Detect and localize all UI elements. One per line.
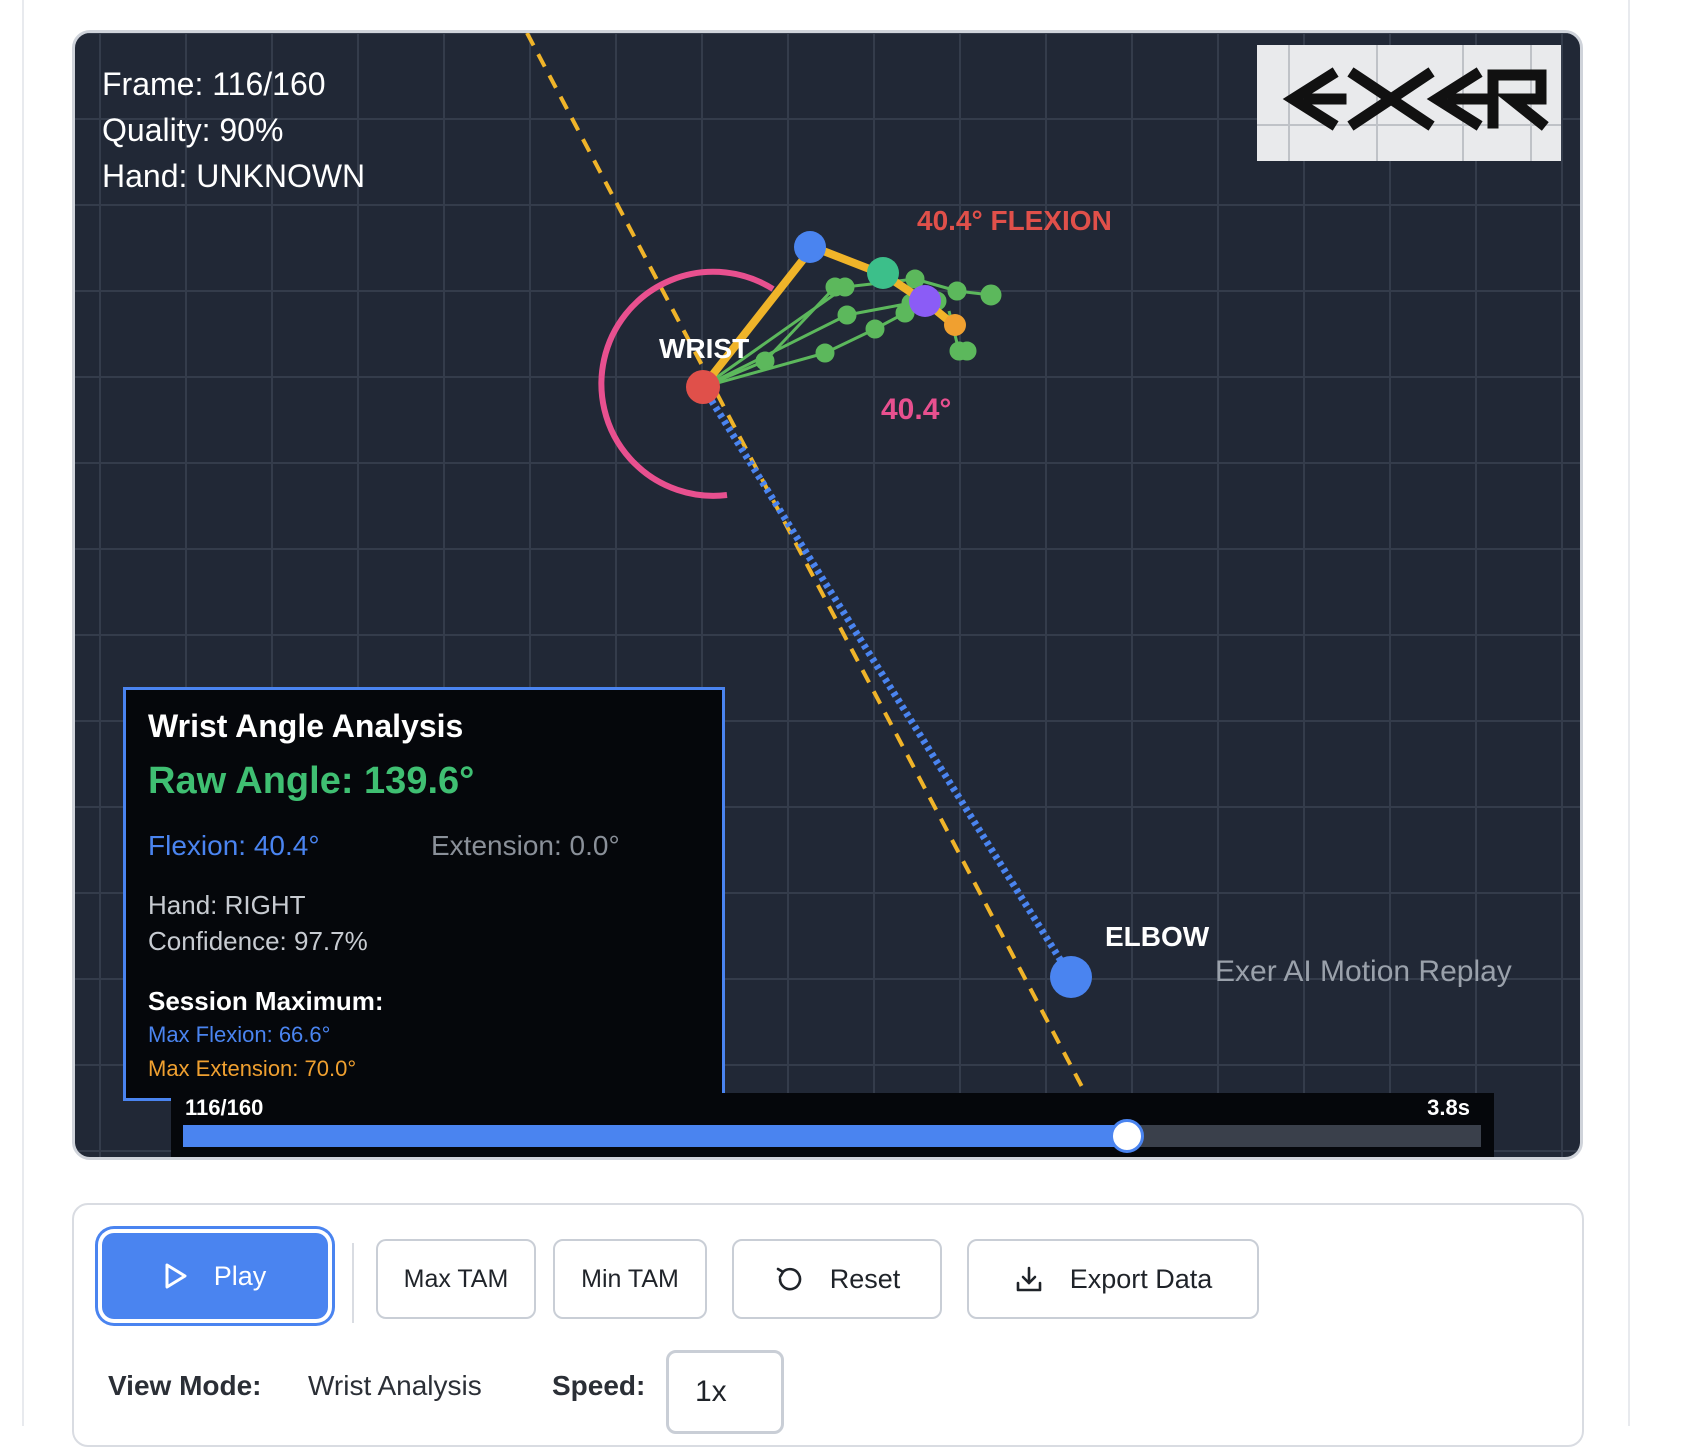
speed-label: Speed: — [552, 1370, 646, 1401]
playback-timeline: 116/160 3.8s — [171, 1093, 1494, 1157]
export-data-label: Export Data — [1069, 1263, 1213, 1294]
wrist-joint[interactable] — [686, 370, 720, 404]
export-data-button[interactable]: Export Data — [967, 1239, 1259, 1319]
frame-info-overlay: Frame: 116/160 Quality: 90% Hand: UNKNOW… — [102, 61, 365, 199]
play-button[interactable]: Play — [102, 1233, 328, 1319]
download-icon — [1014, 1264, 1044, 1294]
timeline-scrubber[interactable] — [183, 1119, 1481, 1153]
ring-mcp-joint — [909, 285, 941, 317]
flexion-value: Flexion: 40.4° — [148, 830, 320, 861]
timeline-time-text: 3.8s — [1427, 1095, 1470, 1120]
replay-caption: Exer AI Motion Replay — [1215, 955, 1512, 988]
view-mode-label: View Mode: — [108, 1370, 262, 1401]
frame-counter: Frame: 116/160 — [102, 66, 326, 102]
playback-controls: Play Max TAM Min TAM Reset Export Data V… — [72, 1203, 1584, 1447]
quality-indicator: Quality: 90% — [102, 112, 284, 148]
page-border-right — [1628, 0, 1630, 1426]
pinky-mcp-joint — [944, 314, 966, 336]
middle-mcp-joint — [867, 257, 899, 289]
play-icon — [164, 1262, 188, 1290]
reset-button[interactable]: Reset — [732, 1239, 942, 1319]
hand-bone — [699, 243, 962, 390]
motion-viewer[interactable]: Frame: 116/160 Quality: 90% Hand: UNKNOW… — [72, 30, 1583, 1160]
page-border-left — [22, 0, 24, 1426]
hand-value: Hand: RIGHT — [148, 890, 306, 920]
min-tam-label: Min TAM — [581, 1264, 679, 1293]
elbow-label: ELBOW — [1105, 921, 1210, 952]
extension-value: Extension: 0.0° — [431, 830, 620, 861]
play-label: Play — [213, 1260, 267, 1291]
elbow-joint[interactable] — [1050, 956, 1092, 998]
session-maximum-title: Session Maximum: — [148, 986, 384, 1016]
reset-icon — [774, 1264, 804, 1294]
wrist-analysis-panel: Wrist Angle Analysis Raw Angle: 139.6° F… — [123, 687, 725, 1101]
flexion-callout: 40.4° FLEXION — [917, 205, 1112, 236]
index-mcp-joint — [794, 231, 826, 263]
raw-angle-value: Raw Angle: 139.6° — [148, 760, 475, 802]
analysis-title: Wrist Angle Analysis — [148, 708, 464, 744]
exer-logo — [1257, 45, 1561, 161]
forearm-line — [700, 385, 1074, 979]
max-flexion-value: Max Flexion: 66.6° — [148, 1022, 331, 1047]
controls-divider — [352, 1243, 354, 1323]
max-tam-label: Max TAM — [403, 1264, 509, 1293]
hand-indicator: Hand: UNKNOWN — [102, 158, 366, 194]
timeline-progress — [183, 1125, 1124, 1147]
view-mode-value[interactable]: Wrist Analysis — [308, 1370, 482, 1402]
min-tam-button[interactable]: Min TAM — [553, 1239, 707, 1319]
arc-angle-label: 40.4° — [881, 393, 952, 426]
reset-label: Reset — [829, 1263, 901, 1294]
exer-logo-mark — [1257, 45, 1561, 161]
speed-select[interactable]: 1x — [666, 1350, 784, 1434]
timeline-thumb[interactable] — [1110, 1119, 1144, 1153]
confidence-value: Confidence: 97.7% — [148, 926, 368, 956]
timeline-frame-text: 116/160 — [185, 1095, 264, 1120]
max-tam-button[interactable]: Max TAM — [376, 1239, 536, 1319]
wrist-label: WRIST — [659, 333, 750, 364]
max-extension-value: Max Extension: 70.0° — [148, 1056, 357, 1081]
